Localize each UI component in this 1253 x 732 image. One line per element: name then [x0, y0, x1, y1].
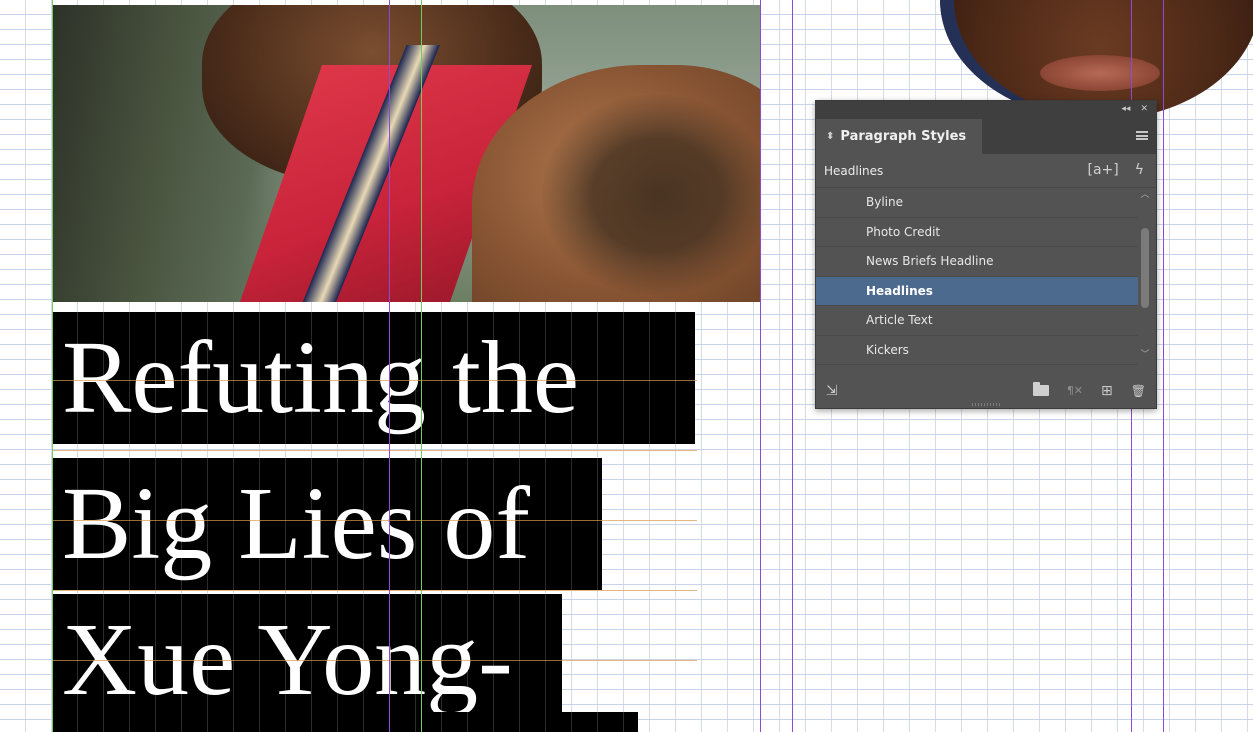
panel-menu-icon[interactable] [1136, 131, 1148, 140]
document-canvas[interactable]: Refuting the Big Lies of Xue Yong- ◂◂ ✕ … [0, 0, 1253, 732]
baseline-guide [52, 520, 697, 521]
column-guide[interactable] [421, 0, 422, 732]
headline-text-frame[interactable]: Refuting the Big Lies of Xue Yong- [52, 312, 697, 732]
resize-grip[interactable] [972, 403, 1002, 406]
margin-guide[interactable] [52, 0, 53, 732]
panel-title-bar[interactable]: ◂◂ ✕ [816, 101, 1156, 117]
player-photo[interactable] [52, 5, 761, 302]
panel-tab-bar: ⬍ Paragraph Styles [816, 117, 1156, 154]
current-style-row: Headlines [a+] ϟ [816, 154, 1156, 188]
baseline-guide [52, 450, 697, 451]
style-item-headlines[interactable]: Headlines [816, 276, 1138, 306]
trash-icon[interactable]: 🗑 [1131, 384, 1146, 398]
style-item-article-text[interactable]: Article Text [816, 306, 1138, 336]
headline-line-4 [52, 712, 638, 732]
new-style-icon[interactable]: ⊞ [1101, 383, 1113, 399]
current-style-label: Headlines [824, 163, 884, 178]
style-item-news-briefs-headline[interactable]: News Briefs Headline [816, 247, 1138, 277]
style-list-scrollbar[interactable]: ︿ ﹀ [1139, 190, 1151, 360]
column-guide[interactable] [1163, 0, 1164, 732]
create-style-icon[interactable]: [a+] [1088, 162, 1119, 178]
baseline-guide [52, 590, 697, 591]
tab-paragraph-styles[interactable]: ⬍ Paragraph Styles [816, 119, 982, 154]
scroll-up-icon[interactable]: ︿ [1139, 190, 1151, 200]
load-styles-icon[interactable]: ⇲ [826, 383, 838, 399]
paragraph-styles-panel[interactable]: ◂◂ ✕ ⬍ Paragraph Styles Headlines [a+] ϟ… [815, 100, 1157, 409]
style-list[interactable]: Byline Photo Credit News Briefs Headline… [816, 188, 1156, 365]
scroll-down-icon[interactable]: ﹀ [1139, 350, 1151, 360]
style-item-kickers[interactable]: Kickers [816, 336, 1138, 365]
column-guide[interactable] [792, 0, 793, 732]
column-guide[interactable] [389, 0, 390, 732]
collapse-icon[interactable]: ◂◂ [1121, 104, 1130, 114]
clear-overrides-icon[interactable]: ¶✕ [1067, 384, 1083, 397]
scrollbar-thumb[interactable] [1141, 228, 1149, 308]
headline-line-2: Big Lies of [52, 458, 602, 590]
baseline-guide [52, 660, 697, 661]
style-item-photo-credit[interactable]: Photo Credit [816, 218, 1138, 247]
updown-icon: ⬍ [826, 131, 835, 142]
close-icon[interactable]: ✕ [1140, 104, 1148, 114]
column-guide[interactable] [760, 0, 761, 732]
style-item-byline[interactable]: Byline [816, 188, 1138, 218]
tab-label: Paragraph Styles [840, 129, 967, 144]
quick-apply-icon[interactable]: ϟ [1135, 162, 1144, 178]
portrait-lips [1040, 55, 1160, 91]
folder-icon[interactable] [1032, 382, 1049, 396]
photo-tattoo [542, 95, 761, 295]
baseline-guide [52, 380, 697, 381]
headline-line-1: Refuting the [52, 312, 695, 444]
